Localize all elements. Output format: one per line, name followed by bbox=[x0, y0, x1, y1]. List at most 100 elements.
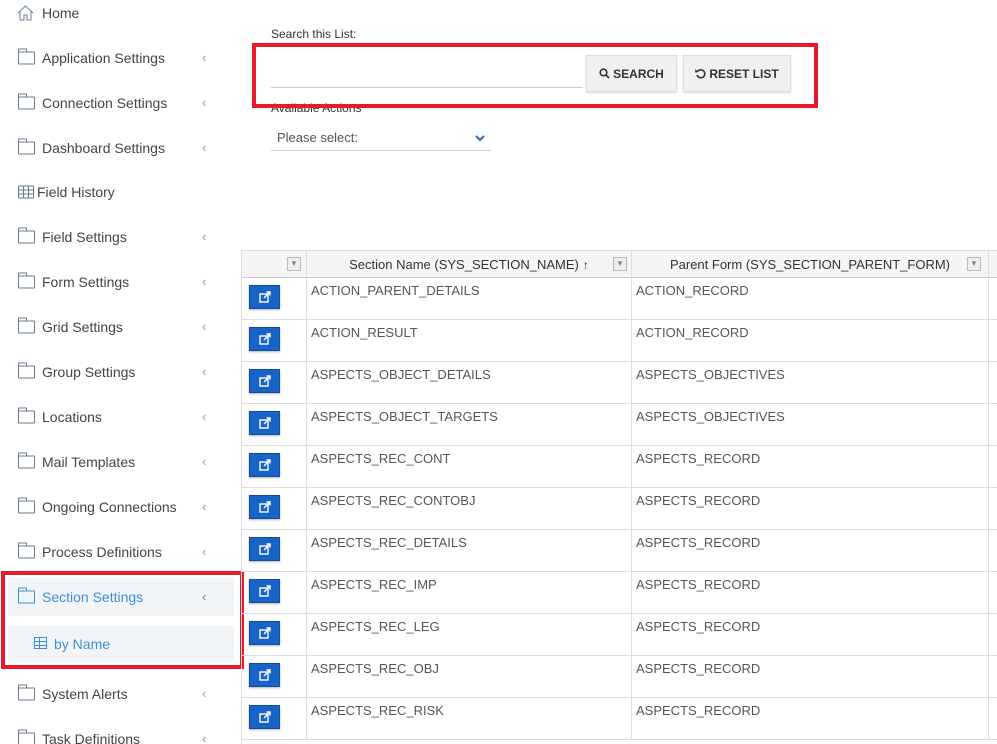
chevron-left-icon: ‹ bbox=[202, 228, 207, 244]
folder-icon bbox=[18, 497, 35, 513]
sidebar-item-locations[interactable]: Locations ‹ bbox=[0, 394, 236, 439]
sidebar-item-label: Process Definitions bbox=[42, 543, 162, 560]
actions-select[interactable]: Please select: bbox=[271, 125, 491, 151]
table-row: ASPECTS_OBJECT_DETAILS ASPECTS_OBJECTIVES bbox=[242, 362, 997, 404]
chevron-left-icon: ‹ bbox=[202, 589, 207, 604]
reset-list-button[interactable]: RESET LIST bbox=[683, 55, 791, 92]
sidebar-subitem-by-name[interactable]: by Name bbox=[8, 626, 234, 662]
edit-icon bbox=[258, 543, 271, 555]
sidebar-item-application-settings[interactable]: Application Settings ‹ bbox=[0, 35, 236, 80]
sidebar-item-ongoing-connections[interactable]: Ongoing Connections ‹ bbox=[0, 484, 236, 529]
chevron-left-icon: ‹ bbox=[202, 49, 207, 65]
search-button-label: SEARCH bbox=[613, 66, 664, 81]
sidebar-item-home[interactable]: Home bbox=[0, 0, 236, 35]
folder-icon bbox=[18, 407, 35, 423]
sidebar-item-dashboard-settings[interactable]: Dashboard Settings ‹ bbox=[0, 125, 236, 170]
search-button[interactable]: SEARCH bbox=[586, 55, 677, 92]
chevron-left-icon: ‹ bbox=[202, 273, 207, 289]
table-row: ASPECTS_REC_CONTOBJ ASPECTS_RECORD bbox=[242, 488, 997, 530]
section-name-cell: ASPECTS_REC_CONT bbox=[307, 446, 632, 488]
edit-button[interactable] bbox=[249, 663, 280, 687]
action-cell bbox=[242, 278, 307, 320]
edit-button[interactable] bbox=[249, 537, 280, 561]
parent-form-cell: ASPECTS_RECORD bbox=[632, 446, 989, 488]
home-icon bbox=[17, 4, 34, 20]
action-cell bbox=[242, 698, 307, 740]
header-section-name-label: Section Name (SYS_SECTION_NAME) bbox=[349, 257, 579, 272]
table-row: ASPECTS_REC_OBJ ASPECTS_RECORD bbox=[242, 656, 997, 698]
undo-icon bbox=[695, 69, 706, 79]
edit-button[interactable] bbox=[249, 369, 280, 393]
edit-button[interactable] bbox=[249, 285, 280, 309]
edit-button[interactable] bbox=[249, 495, 280, 519]
sidebar-item-label: Ongoing Connections bbox=[42, 498, 177, 515]
edit-icon bbox=[258, 627, 271, 639]
parent-form-cell: ACTION_RECORD bbox=[632, 278, 989, 320]
edit-button[interactable] bbox=[249, 411, 280, 435]
section-name-cell: ACTION_RESULT bbox=[307, 320, 632, 362]
chevron-left-icon: ‹ bbox=[202, 453, 207, 469]
header-parent-form[interactable]: Parent Form (SYS_SECTION_PARENT_FORM) ▼ bbox=[632, 251, 989, 278]
sidebar-item-system-alerts[interactable]: System Alerts ‹ bbox=[0, 671, 236, 716]
sidebar-item-group-settings[interactable]: Group Settings ‹ bbox=[0, 349, 236, 394]
parent-form-cell: ASPECTS_RECORD bbox=[632, 656, 989, 698]
search-label: Search this List: bbox=[271, 27, 357, 41]
grid-header: ▼ Section Name (SYS_SECTION_NAME) ↑ ▼ Pa… bbox=[242, 250, 997, 278]
sidebar-item-process-definitions[interactable]: Process Definitions ‹ bbox=[0, 529, 236, 574]
header-section-name[interactable]: Section Name (SYS_SECTION_NAME) ↑ ▼ bbox=[307, 251, 632, 278]
edit-icon bbox=[258, 585, 271, 597]
sidebar-item-connection-settings[interactable]: Connection Settings ‹ bbox=[0, 80, 236, 125]
filter-icon[interactable]: ▼ bbox=[287, 257, 301, 271]
action-cell bbox=[242, 404, 307, 446]
parent-form-cell: ACTION_RECORD bbox=[632, 320, 989, 362]
folder-icon bbox=[18, 362, 35, 378]
actions-select-value: Please select: bbox=[277, 130, 358, 145]
action-cell bbox=[242, 656, 307, 698]
sidebar-item-mail-templates[interactable]: Mail Templates ‹ bbox=[0, 439, 236, 484]
folder-icon bbox=[18, 684, 35, 700]
sort-asc-icon: ↑ bbox=[582, 257, 589, 272]
sidebar-item-section-settings[interactable]: Section Settings ‹ bbox=[8, 578, 234, 616]
action-cell bbox=[242, 488, 307, 530]
chevron-left-icon: ‹ bbox=[202, 685, 207, 701]
edit-button[interactable] bbox=[249, 705, 280, 729]
sidebar-item-label: Home bbox=[42, 4, 80, 21]
search-icon bbox=[599, 68, 610, 79]
parent-form-cell: ASPECTS_RECORD bbox=[632, 488, 989, 530]
section-name-cell: ASPECTS_OBJECT_DETAILS bbox=[307, 362, 632, 404]
edit-icon bbox=[258, 459, 271, 471]
section-name-cell: ASPECTS_REC_DETAILS bbox=[307, 530, 632, 572]
sidebar-item-grid-settings[interactable]: Grid Settings ‹ bbox=[0, 304, 236, 349]
edit-button[interactable] bbox=[249, 579, 280, 603]
edit-button[interactable] bbox=[249, 621, 280, 645]
edit-icon bbox=[258, 375, 271, 387]
chevron-left-icon: ‹ bbox=[202, 318, 207, 334]
table-row: ASPECTS_OBJECT_TARGETS ASPECTS_OBJECTIVES bbox=[242, 404, 997, 446]
action-cell bbox=[242, 320, 307, 362]
sidebar-item-field-history[interactable]: Field History bbox=[0, 169, 236, 214]
sidebar-item-field-settings[interactable]: Field Settings ‹ bbox=[0, 214, 236, 259]
folder-icon bbox=[18, 452, 35, 468]
table-row: ASPECTS_REC_CONT ASPECTS_RECORD bbox=[242, 446, 997, 488]
folder-icon bbox=[18, 48, 35, 64]
section-name-cell: ASPECTS_REC_LEG bbox=[307, 614, 632, 656]
sidebar-item-label: Field History bbox=[37, 183, 115, 200]
sidebar-item-form-settings[interactable]: Form Settings ‹ bbox=[0, 259, 236, 304]
filter-icon[interactable]: ▼ bbox=[967, 257, 981, 271]
section-name-cell: ASPECTS_OBJECT_TARGETS bbox=[307, 404, 632, 446]
chevron-left-icon: ‹ bbox=[202, 94, 207, 110]
search-input[interactable] bbox=[271, 56, 583, 88]
filter-icon[interactable]: ▼ bbox=[613, 257, 627, 271]
section-name-cell: ASPECTS_REC_IMP bbox=[307, 572, 632, 614]
sidebar-item-task-definitions[interactable]: Task Definitions ‹ bbox=[0, 716, 236, 744]
chevron-left-icon: ‹ bbox=[202, 543, 207, 559]
folder-icon bbox=[18, 587, 35, 604]
edit-button[interactable] bbox=[249, 453, 280, 477]
action-cell bbox=[242, 446, 307, 488]
chevron-down-icon bbox=[475, 125, 485, 151]
edit-button[interactable] bbox=[249, 327, 280, 351]
sidebar-item-label: Mail Templates bbox=[42, 453, 136, 470]
sidebar-item-label: Locations bbox=[42, 408, 102, 425]
sidebar-item-label: Dashboard Settings bbox=[42, 139, 165, 156]
folder-icon bbox=[18, 227, 35, 243]
